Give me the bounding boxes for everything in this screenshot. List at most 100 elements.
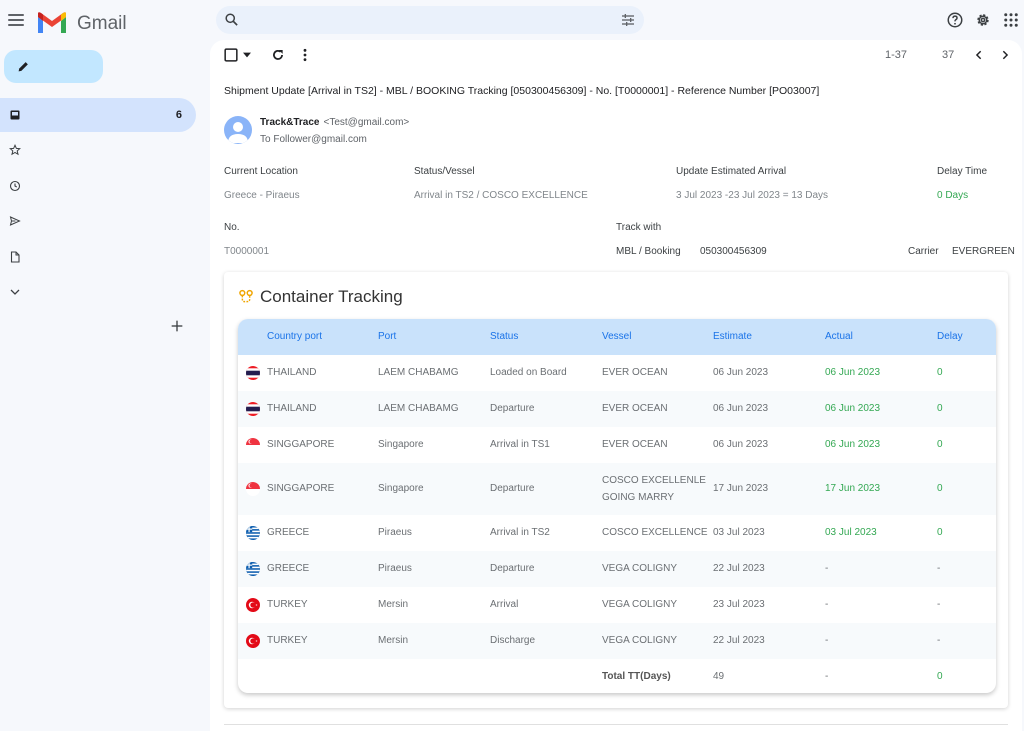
country-cell: TURKEY	[267, 599, 308, 610]
delay-time-label: Delay Time	[937, 166, 988, 177]
total-label: Total TT(Days)	[602, 671, 671, 682]
gmail-logo-icon[interactable]	[36, 11, 68, 35]
sidebar-item-inbox[interactable]: 6	[0, 98, 196, 132]
search-input[interactable]	[248, 10, 618, 30]
brand-name: Gmail	[77, 13, 127, 34]
pager-range: 1-37	[885, 49, 908, 61]
route-pin-icon	[239, 289, 253, 303]
port-cell: Piraeus	[378, 527, 412, 538]
star-icon	[9, 144, 21, 156]
sender-line: Track&Trace <Test@gmail.com>	[260, 117, 409, 128]
chevron-down-icon	[10, 289, 20, 295]
turkey-flag-icon	[246, 598, 260, 612]
port-cell: Singapore	[378, 439, 424, 450]
select-checkbox[interactable]	[224, 48, 238, 62]
chevron-left-icon[interactable]	[974, 50, 984, 60]
greece-flag-icon	[246, 562, 260, 576]
sidebar-item-starred[interactable]	[0, 133, 196, 167]
status-cell: Loaded on Board	[490, 367, 567, 378]
track-type: MBL / Booking	[616, 246, 681, 257]
delay-cell: 0	[937, 527, 943, 538]
current-location-value: Greece - Piraeus	[224, 190, 300, 201]
apps-grid-icon[interactable]	[1002, 11, 1020, 29]
carrier-value: EVERGREEN	[952, 246, 1015, 257]
column-header-status: Status	[490, 331, 519, 342]
sidebar-item-more[interactable]	[0, 275, 196, 309]
total-delay: 0	[937, 671, 943, 682]
search-icon[interactable]	[224, 12, 239, 27]
add-label-icon[interactable]	[169, 318, 185, 334]
country-cell: SINGGAPORE	[267, 483, 335, 494]
search-bar[interactable]	[216, 6, 644, 34]
sidebar-item-drafts[interactable]	[0, 240, 196, 274]
vessel-cell: COSCO EXCELLENLE GOING MARRY	[602, 472, 706, 506]
status-cell: Arrival in TS2	[490, 527, 550, 538]
thailand-flag-icon	[246, 402, 260, 416]
column-header-estimate: Estimate	[713, 331, 752, 342]
eta-label: Update Estimated Arrival	[676, 166, 787, 177]
delay-cell: 0	[937, 483, 943, 494]
table-row: TURKEY Mersin Arrival VEGA COLIGNY 23 Jul 20…	[238, 587, 996, 623]
table-row: SINGGAPORE Singapore Departure COSCO EXCELL…	[238, 463, 996, 515]
total-actual: -	[825, 671, 829, 682]
turkey-flag-icon	[246, 634, 260, 648]
singapore-flag-icon	[246, 482, 260, 496]
table-header: Country port Port Status Vessel Estimate…	[238, 319, 996, 355]
column-header-port: Port	[378, 331, 397, 342]
pencil-icon	[18, 62, 28, 72]
sidebar-item-snoozed[interactable]	[0, 169, 196, 203]
container-tracking-title: Container Tracking	[260, 287, 403, 306]
vessel-cell: EVER OCEAN	[602, 439, 668, 450]
send-icon	[9, 216, 21, 226]
total-row: Total TT(Days) 49 - 0	[238, 659, 996, 693]
status-cell: Discharge	[490, 635, 536, 646]
actual-cell: -	[825, 563, 829, 574]
refresh-icon[interactable]	[271, 48, 285, 62]
settings-gear-icon[interactable]	[974, 11, 992, 29]
compose-button[interactable]	[4, 50, 103, 83]
sender-name[interactable]: Track&Trace	[260, 117, 320, 128]
status-cell: Departure	[490, 563, 535, 574]
actual-cell: 06 Jun 2023	[825, 367, 881, 378]
singapore-flag-icon	[246, 438, 260, 452]
delay-time-value: 0 Days	[937, 190, 969, 201]
port-cell: LAEM CHABAMG	[378, 367, 459, 378]
actual-cell: 06 Jun 2023	[825, 439, 881, 450]
clock-icon	[9, 180, 21, 192]
delay-cell: -	[937, 599, 941, 610]
actual-cell: 03 Jul 2023	[825, 527, 877, 538]
main-menu-icon[interactable]	[8, 14, 24, 28]
email-view: 1-37 37 Shipment Update [Arrival in TS2]…	[210, 40, 1022, 731]
table-row: GREECE Piraeus Departure VEGA COLIGNY 22 Jul…	[238, 551, 996, 587]
draft-file-icon	[10, 251, 20, 263]
actual-cell: -	[825, 635, 829, 646]
status-cell: Arrival	[490, 599, 519, 610]
table-row: TURKEY Mersin Discharge VEGA COLIGNY 22 Jul …	[238, 623, 996, 659]
column-header-actual: Actual	[825, 331, 853, 342]
port-cell: Singapore	[378, 483, 424, 494]
country-cell: THAILAND	[267, 367, 317, 378]
search-options-icon[interactable]	[620, 12, 636, 28]
country-cell: SINGGAPORE	[267, 439, 335, 450]
sender-avatar[interactable]	[224, 116, 252, 144]
actual-cell: -	[825, 599, 829, 610]
current-location-label: Current Location	[224, 166, 298, 177]
number-value: T0000001	[224, 246, 270, 257]
divider	[224, 724, 1008, 725]
more-vert-icon[interactable]	[302, 48, 308, 62]
thailand-flag-icon	[246, 366, 260, 380]
delay-cell: 0	[937, 439, 943, 450]
select-dropdown-icon[interactable]	[243, 52, 251, 58]
column-header-country-port: Country port	[267, 331, 323, 342]
status-vessel-value: Arrival in TS2 / COSCO EXCELLENCE	[414, 190, 588, 201]
chevron-right-icon[interactable]	[1000, 50, 1010, 60]
sidebar-item-sent[interactable]	[0, 204, 196, 238]
estimate-cell: 23 Jul 2023	[713, 599, 765, 610]
estimate-cell: 03 Jul 2023	[713, 527, 765, 538]
help-icon[interactable]	[946, 11, 964, 29]
table-row: GREECE Piraeus Arrival in TS2 COSCO EXCELLE…	[238, 515, 996, 551]
delay-cell: 0	[937, 367, 943, 378]
table-row: THAILAND LAEM CHABAMG Loaded on Board EVER …	[238, 355, 996, 391]
column-header-vessel: Vessel	[602, 331, 632, 342]
column-header-delay: Delay	[937, 331, 963, 342]
